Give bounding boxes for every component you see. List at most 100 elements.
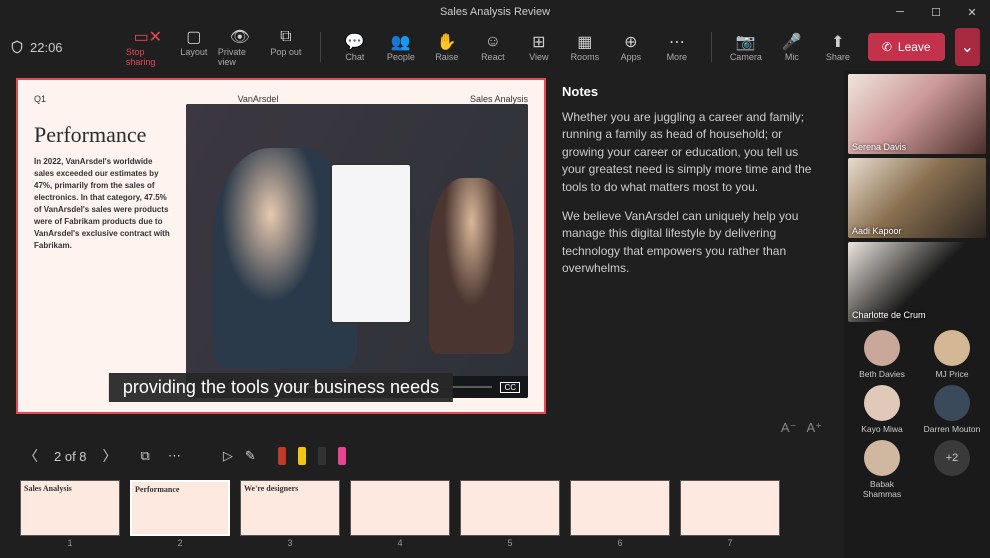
cursor-tool-button[interactable]: ▷ [223, 448, 233, 464]
participant-avatar[interactable]: Babak Shammas [850, 440, 914, 499]
prev-slide-button[interactable]: 〈 [20, 444, 42, 468]
slide-thumbnail[interactable]: We're designers3 [240, 480, 340, 548]
slide-thumbnail[interactable]: Sales Analysis1 [20, 480, 120, 548]
font-decrease-button[interactable]: A⁻ [781, 420, 797, 436]
next-slide-button[interactable]: 〉 [99, 444, 121, 468]
raise-hand-button[interactable]: ✋Raise [425, 30, 469, 65]
react-icon: ☺ [485, 33, 501, 51]
cc-button[interactable]: CC [500, 382, 520, 393]
thumb-number: 3 [287, 538, 292, 548]
notes-panel: Notes Whether you are juggling a career … [558, 78, 828, 414]
participant-name: Beth Davies [859, 369, 905, 379]
participant-avatar[interactable]: Darren Mouton [920, 385, 984, 434]
participant-name: Aadi Kapoor [852, 226, 902, 236]
more-button[interactable]: ⋯More [655, 30, 699, 65]
slide-thumbnail[interactable]: 5 [460, 480, 560, 548]
notes-paragraph: We believe VanArsdel can uniquely help y… [562, 208, 820, 278]
slide-thumbnail[interactable]: 7 [680, 480, 780, 548]
chevron-down-icon: ⌄ [961, 39, 974, 56]
current-slide: Q1 VanArsdel Sales Analysis Performance … [16, 78, 546, 414]
eye-icon: 👁 [230, 28, 250, 46]
slide-body-text: In 2022, VanArsdel's worldwide sales exc… [34, 156, 174, 252]
notes-paragraph: Whether you are juggling a career and fa… [562, 109, 820, 196]
pen-tool-button[interactable]: ✎ [245, 448, 256, 464]
slide-thumbnail[interactable]: 6 [570, 480, 670, 548]
slide-quarter: Q1 [34, 94, 46, 104]
marker-black[interactable] [318, 447, 326, 465]
mic-button[interactable]: 🎤Mic [770, 30, 814, 65]
participant-tile[interactable]: Serena Davis [848, 74, 986, 154]
hand-icon: ✋ [437, 33, 457, 51]
react-button[interactable]: ☺React [471, 30, 515, 65]
slide-thumbnails: Sales Analysis1Performance2We're designe… [16, 476, 836, 556]
slide-thumbnail[interactable]: Performance2 [130, 480, 230, 548]
marker-yellow[interactable] [298, 447, 306, 465]
minimize-button[interactable]: ─ [882, 0, 918, 24]
share-button[interactable]: ⬆Share [816, 30, 860, 65]
thumb-number: 7 [727, 538, 732, 548]
thumb-number: 6 [617, 538, 622, 548]
view-button[interactable]: ⊞View [517, 30, 561, 65]
layout-icon: ▢ [186, 28, 201, 46]
window-title: Sales Analysis Review [440, 6, 550, 18]
layout-button[interactable]: ▢Layout [172, 25, 216, 60]
stop-sharing-button[interactable]: ▭✕Stop sharing [126, 25, 170, 70]
rooms-icon: ▦ [577, 33, 592, 51]
chat-icon: 💬 [345, 33, 365, 51]
mic-icon: 🎤 [782, 33, 802, 51]
slide-counter: 2 of 8 [54, 449, 87, 464]
thumb-number: 5 [507, 538, 512, 548]
ellipsis-icon: ⋯ [669, 33, 685, 51]
chat-button[interactable]: 💬Chat [333, 30, 377, 65]
font-increase-button[interactable]: A⁺ [806, 420, 822, 436]
apps-button[interactable]: ⊕Apps [609, 30, 653, 65]
video-caption: providing the tools your business needs [109, 373, 453, 402]
participant-avatar[interactable]: MJ Price [920, 330, 984, 379]
shield-icon [10, 40, 24, 54]
thumb-number: 1 [67, 538, 72, 548]
slide-brand: VanArsdel [238, 94, 279, 104]
more-participants-button[interactable]: +2 [920, 440, 984, 499]
people-button[interactable]: 👥People [379, 30, 423, 65]
participant-name: Babak Shammas [850, 479, 914, 499]
pop-out-button[interactable]: ⧉Pop out [264, 25, 308, 60]
participants-panel: Serena Davis Aadi Kapoor Charlotte de Crum… [844, 70, 990, 558]
meeting-toolbar: 22:06 ▭✕Stop sharing ▢Layout 👁Private vi… [0, 24, 990, 70]
title-bar: Sales Analysis Review ─ ☐ ✕ [0, 0, 990, 24]
private-view-button[interactable]: 👁Private view [218, 25, 262, 70]
slide-video[interactable]: ▷ 🔊 0:28 / 2:01 CC [186, 104, 528, 398]
leave-options-button[interactable]: ⌄ [955, 28, 980, 66]
participant-name: Darren Mouton [924, 424, 981, 434]
camera-icon: 📷 [736, 33, 756, 51]
participant-name: Charlotte de Crum [852, 310, 926, 320]
more-nav-button[interactable]: ⋯ [168, 448, 181, 464]
leave-button[interactable]: ✆Leave [868, 33, 945, 61]
camera-button[interactable]: 📷Camera [724, 30, 768, 65]
slide-thumbnail[interactable]: 4 [350, 480, 450, 548]
pop-out-icon: ⧉ [280, 28, 291, 46]
notes-label: Notes [562, 84, 820, 99]
grid-view-button[interactable]: ⧉ [141, 448, 150, 464]
maximize-button[interactable]: ☐ [918, 0, 954, 24]
participant-tile[interactable]: Charlotte de Crum [848, 242, 986, 322]
participant-name: MJ Price [935, 369, 968, 379]
hangup-icon: ✆ [882, 40, 892, 54]
thumb-number: 4 [397, 538, 402, 548]
rooms-button[interactable]: ▦Rooms [563, 30, 607, 65]
participant-avatar[interactable]: Beth Davies [850, 330, 914, 379]
meeting-timer: 22:06 [10, 40, 63, 55]
close-button[interactable]: ✕ [954, 0, 990, 24]
marker-red[interactable] [278, 447, 286, 465]
participant-tile[interactable]: Aadi Kapoor [848, 158, 986, 238]
participant-name: Serena Davis [852, 142, 906, 152]
apps-icon: ⊕ [624, 33, 637, 51]
slide-title: Sales Analysis [470, 94, 528, 104]
marker-pink[interactable] [338, 447, 346, 465]
participant-name: Kayo Miwa [861, 424, 903, 434]
slide-heading: Performance [34, 122, 174, 148]
slide-nav: 〈 2 of 8 〉 ⧉ ⋯ ▷ ✎ [16, 436, 836, 476]
people-icon: 👥 [391, 33, 411, 51]
stop-sharing-icon: ▭✕ [134, 28, 163, 46]
thumb-number: 2 [177, 538, 182, 548]
participant-avatar[interactable]: Kayo Miwa [850, 385, 914, 434]
